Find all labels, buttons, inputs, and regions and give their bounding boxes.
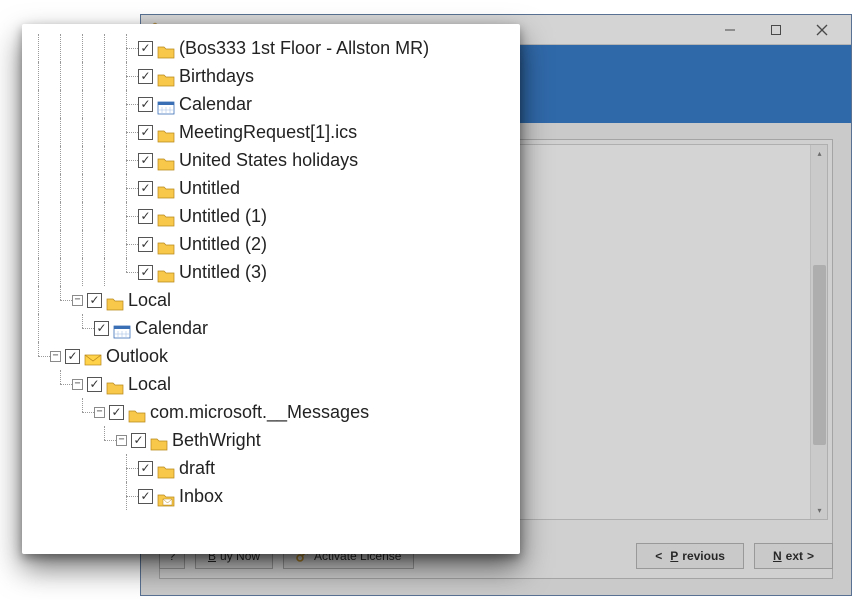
checkbox[interactable]: [138, 265, 153, 280]
tree-label: Local: [128, 286, 171, 314]
checkbox[interactable]: [131, 433, 146, 448]
checkbox[interactable]: [138, 237, 153, 252]
scroll-up-icon[interactable]: ▴: [811, 145, 828, 162]
tree-item[interactable]: Untitled (3): [28, 258, 514, 286]
checkbox[interactable]: [109, 405, 124, 420]
tree-label: com.microsoft.__Messages: [150, 398, 369, 426]
tree-label: Inbox: [179, 482, 223, 510]
checkbox[interactable]: [138, 41, 153, 56]
scrollbar[interactable]: ▴ ▾: [810, 145, 827, 519]
folder-icon: [106, 376, 124, 392]
tree-label: draft: [179, 454, 215, 482]
tree-item[interactable]: − BethWright: [28, 426, 514, 454]
checkbox[interactable]: [138, 69, 153, 84]
tree-label: BethWright: [172, 426, 261, 454]
checkbox[interactable]: [138, 153, 153, 168]
folder-icon: [157, 40, 175, 56]
mail-icon: [84, 348, 102, 364]
tree-item[interactable]: Calendar: [28, 90, 514, 118]
tree-label: Untitled: [179, 174, 240, 202]
checkbox[interactable]: [94, 321, 109, 336]
tree-item[interactable]: − com.microsoft.__Messages: [28, 398, 514, 426]
folder-icon: [157, 68, 175, 84]
folder-icon: [157, 460, 175, 476]
calendar-icon: [113, 320, 131, 336]
checkbox[interactable]: [138, 181, 153, 196]
tree-item[interactable]: − Local: [28, 370, 514, 398]
next-button[interactable]: Next >: [754, 543, 833, 569]
tree-item[interactable]: − Outlook: [28, 342, 514, 370]
folder-icon: [150, 432, 168, 448]
collapse-toggle[interactable]: −: [50, 351, 61, 362]
previous-button[interactable]: < Previous: [636, 543, 744, 569]
tree-item[interactable]: Calendar: [28, 314, 514, 342]
folder-icon: [157, 264, 175, 280]
tree-item[interactable]: Untitled (1): [28, 202, 514, 230]
tree-label: Calendar: [135, 314, 208, 342]
collapse-toggle[interactable]: −: [116, 435, 127, 446]
tree-label: Calendar: [179, 90, 252, 118]
folder-tree: (Bos333 1st Floor - Allston MR) Birthday…: [28, 34, 514, 510]
folder-icon: [106, 292, 124, 308]
folder-icon: [157, 124, 175, 140]
checkbox[interactable]: [138, 209, 153, 224]
close-button[interactable]: [799, 15, 845, 45]
collapse-toggle[interactable]: −: [94, 407, 105, 418]
tree-item[interactable]: Birthdays: [28, 62, 514, 90]
tree-item[interactable]: − Local: [28, 286, 514, 314]
checkbox[interactable]: [87, 293, 102, 308]
tree-item[interactable]: Untitled: [28, 174, 514, 202]
collapse-toggle[interactable]: −: [72, 379, 83, 390]
folder-icon: [157, 208, 175, 224]
checkbox[interactable]: [65, 349, 80, 364]
tree-label: Untitled (1): [179, 202, 267, 230]
inbox-icon: [157, 488, 175, 504]
tree-item[interactable]: Untitled (2): [28, 230, 514, 258]
tree-label: MeetingRequest[1].ics: [179, 118, 357, 146]
scroll-down-icon[interactable]: ▾: [811, 502, 828, 519]
scroll-thumb[interactable]: [813, 265, 826, 445]
tree-item[interactable]: (Bos333 1st Floor - Allston MR): [28, 34, 514, 62]
folder-icon: [128, 404, 146, 420]
tree-label: Untitled (3): [179, 258, 267, 286]
checkbox[interactable]: [87, 377, 102, 392]
tree-item[interactable]: Inbox: [28, 482, 514, 510]
collapse-toggle[interactable]: −: [72, 295, 83, 306]
tree-item[interactable]: MeetingRequest[1].ics: [28, 118, 514, 146]
folder-icon: [157, 152, 175, 168]
folder-icon: [157, 236, 175, 252]
tree-item[interactable]: United States holidays: [28, 146, 514, 174]
tree-label: Outlook: [106, 342, 168, 370]
minimize-button[interactable]: [707, 15, 753, 45]
maximize-button[interactable]: [753, 15, 799, 45]
tree-label: Local: [128, 370, 171, 398]
folder-icon: [157, 180, 175, 196]
calendar-icon: [157, 96, 175, 112]
tree-label: Birthdays: [179, 62, 254, 90]
tree-label: Untitled (2): [179, 230, 267, 258]
banner-text: .com: [471, 77, 851, 92]
checkbox[interactable]: [138, 461, 153, 476]
checkbox[interactable]: [138, 97, 153, 112]
checkbox[interactable]: [138, 125, 153, 140]
tree-item[interactable]: draft: [28, 454, 514, 482]
preview-pane: ▴ ▾: [506, 144, 828, 520]
folder-tree-popup: (Bos333 1st Floor - Allston MR) Birthday…: [22, 24, 520, 554]
tree-label: United States holidays: [179, 146, 358, 174]
tree-label: (Bos333 1st Floor - Allston MR): [179, 34, 429, 62]
checkbox[interactable]: [138, 489, 153, 504]
